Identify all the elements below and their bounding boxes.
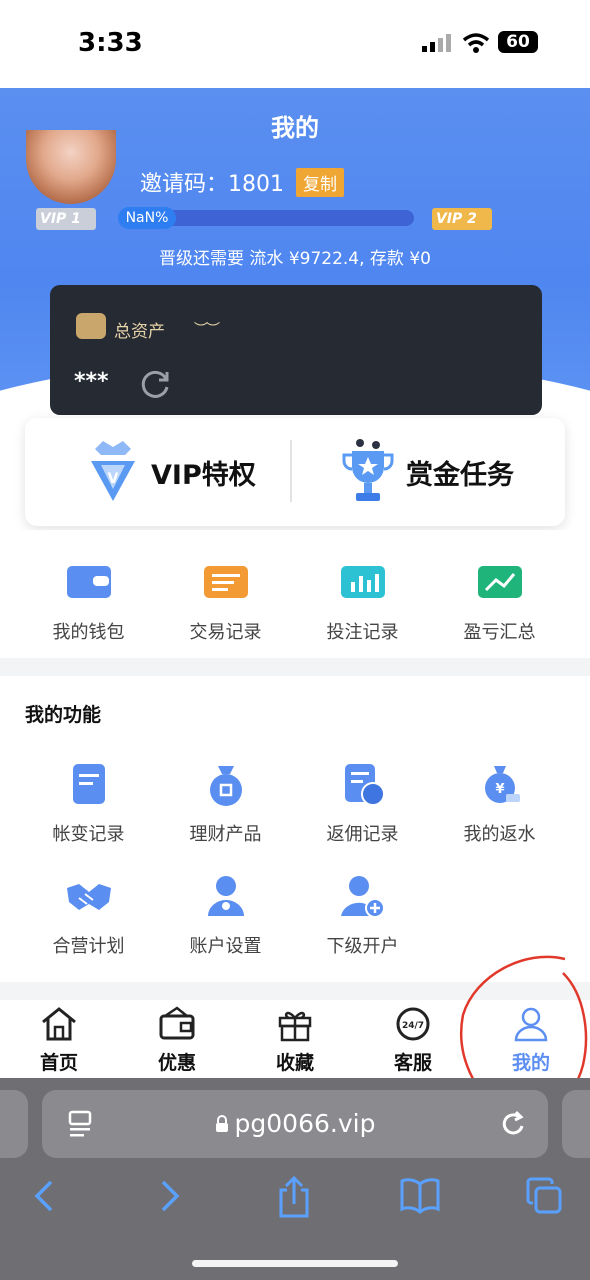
user-settings-icon	[207, 876, 244, 916]
next-tab-preview[interactable]	[562, 1090, 590, 1158]
svg-text:24/7: 24/7	[402, 1021, 424, 1031]
function-sub-account-opening[interactable]: 下级开户	[294, 872, 431, 958]
section-title: 我的功能	[25, 704, 102, 726]
vip-progress-text: NaN%	[118, 207, 176, 229]
wallet-promo-icon	[159, 1006, 195, 1040]
trophy-icon	[342, 439, 394, 501]
function-partnership[interactable]: 合营计划	[20, 872, 157, 958]
vip-privileges-label: VIP特权	[151, 459, 256, 491]
transaction-icon	[203, 566, 248, 598]
avatar[interactable]	[26, 130, 116, 204]
function-account-settings[interactable]: 账户设置	[157, 872, 294, 958]
function-account-changes[interactable]: 帐变记录	[20, 760, 157, 846]
chevron-right-icon	[161, 1180, 180, 1212]
refresh-icon[interactable]	[138, 367, 172, 401]
tabs-button[interactable]	[514, 1176, 574, 1220]
url-text: pg0066.vip	[42, 1090, 548, 1158]
cellular-signal-icon	[422, 34, 451, 52]
next-vip-badge: VIP 2	[432, 208, 492, 230]
bounty-task-card[interactable]: 赏金任务	[292, 418, 557, 526]
my-functions-section: 我的功能 帐变记录 理财产品 返佣记录 ¥ 我的返水 合营计划 账户设置 下级开…	[0, 676, 590, 982]
current-vip-badge: VIP 1	[36, 208, 96, 230]
vip-privileges-card[interactable]: V VIP特权	[25, 418, 290, 526]
back-button[interactable]	[14, 1176, 74, 1220]
total-assets-value: ***	[74, 369, 109, 394]
previous-tab-preview[interactable]	[0, 1090, 28, 1158]
home-indicator	[192, 1260, 398, 1267]
handshake-icon	[66, 884, 111, 910]
function-wealth-products[interactable]: 理财产品	[157, 760, 294, 846]
share-icon	[279, 1175, 309, 1218]
status-bar: 3:33 60	[0, 0, 590, 88]
vip-diamond-icon: V	[91, 441, 135, 501]
copy-button[interactable]: 复制	[296, 168, 344, 197]
share-button[interactable]	[264, 1175, 324, 1220]
wallet-icon	[66, 566, 111, 598]
wallet-icon	[76, 313, 106, 339]
tab-home[interactable]: 首页	[0, 1000, 118, 1078]
function-rebate-records[interactable]: 返佣记录	[294, 760, 431, 846]
forward-button[interactable]	[140, 1176, 200, 1220]
eye-closed-icon[interactable]: ︶︶	[194, 319, 220, 339]
bounty-task-label: 赏金任务	[406, 459, 514, 491]
promo-cards: V VIP特权 赏金任务	[25, 418, 565, 526]
reload-icon[interactable]	[500, 1110, 528, 1138]
rebate-record-icon	[344, 764, 385, 806]
total-assets-label: 总资产	[114, 322, 165, 342]
total-assets-card: 总资产 ︶︶ ***	[50, 285, 542, 415]
upgrade-requirement: 晋级还需要 流水 ¥9722.4, 存款 ¥0	[159, 249, 431, 269]
svg-text:V: V	[108, 471, 119, 487]
gift-icon	[278, 1011, 312, 1042]
wifi-icon	[462, 33, 490, 53]
support-247-icon: 24/7	[396, 1007, 430, 1041]
tab-promotions[interactable]: 优惠	[118, 1000, 236, 1078]
tab-favorites[interactable]: 收藏	[236, 1000, 354, 1078]
invite-code: 邀请码：1801	[140, 172, 284, 197]
quick-link-profit[interactable]: 盈亏汇总	[431, 558, 568, 644]
home-icon	[42, 1007, 76, 1041]
address-bar[interactable]: pg0066.vip	[42, 1090, 548, 1158]
add-user-icon	[340, 876, 385, 918]
vip-progress-bar: NaN%	[118, 207, 414, 229]
cashback-icon: ¥	[484, 766, 520, 803]
bet-record-icon	[340, 566, 385, 598]
book-icon	[400, 1178, 440, 1214]
function-my-cashback[interactable]: ¥ 我的返水	[431, 760, 568, 846]
quick-link-transactions[interactable]: 交易记录	[157, 558, 294, 644]
quick-links: 我的钱包 交易记录 投注记录 盈亏汇总	[0, 530, 590, 658]
quick-link-wallet[interactable]: 我的钱包	[20, 558, 157, 644]
bottom-tab-bar: 首页 优惠 收藏 24/7 客服 我的	[0, 955, 590, 1119]
chevron-left-icon	[34, 1180, 53, 1212]
account-change-icon	[72, 764, 105, 804]
browser-toolbar: pg0066.vip	[0, 1078, 590, 1280]
battery-icon: 60	[498, 31, 538, 53]
money-bag-icon	[209, 766, 242, 806]
quick-link-bets[interactable]: 投注记录	[294, 558, 431, 644]
bookmarks-button[interactable]	[390, 1176, 450, 1220]
tabs-icon	[526, 1177, 562, 1214]
lock-icon	[215, 1115, 228, 1132]
status-time: 3:33	[78, 28, 143, 58]
svg-text:¥: ¥	[495, 782, 504, 797]
profit-chart-icon	[477, 566, 522, 598]
